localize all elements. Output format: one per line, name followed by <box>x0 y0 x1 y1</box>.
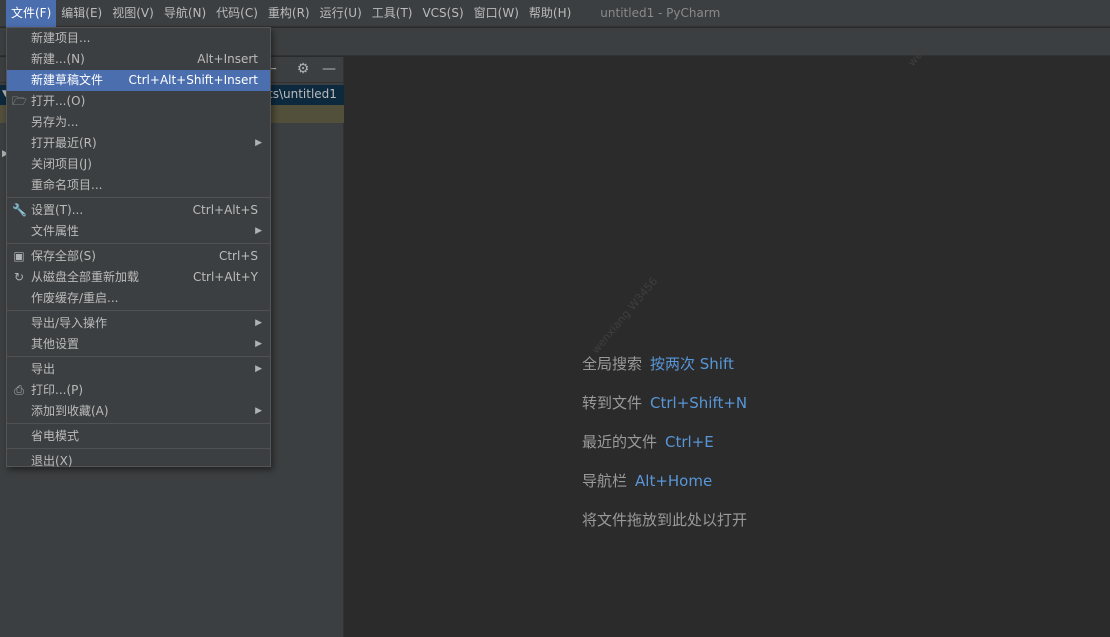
file-menu-item-label: 打开...(O) <box>31 94 86 108</box>
file-menu-item[interactable]: ⎙ 打印...(P) <box>7 380 270 401</box>
file-menu-item-label: 设置(T)... <box>31 203 84 217</box>
file-menu-item[interactable]: 退出(X) <box>7 451 270 472</box>
file-menu-item[interactable]: 文件属性 ▶ <box>7 221 270 242</box>
shortcut-label: Alt+Insert <box>197 52 258 66</box>
minimize-icon[interactable]: — <box>320 60 338 78</box>
window-title: untitled1 - PyCharm <box>600 6 721 20</box>
editor-hint: 将文件拖放到此处以打开 <box>582 509 747 548</box>
file-menu-item-label: 退出(X) <box>31 454 73 468</box>
file-menu-dropdown: 新建项目... 新建...(N) Alt+Insert 新建草稿文件 Ctrl+Alt+… <box>6 27 271 468</box>
file-menu-item-label: 保存全部(S) <box>31 249 96 263</box>
file-menu-item[interactable]: 重命名项目... <box>7 175 270 196</box>
shortcut-label: Ctrl+Alt+Shift+Insert <box>128 73 258 87</box>
menu-5[interactable]: 重构(R) <box>263 0 315 27</box>
project-path: ts\untitled1 <box>268 87 337 101</box>
watermark: wenxiang W3456 <box>589 274 661 357</box>
file-menu-item[interactable]: 添加到收藏(A) ▶ <box>7 401 270 422</box>
file-menu-item-label: 打印...(P) <box>31 383 84 397</box>
submenu-arrow-icon: ▶ <box>255 406 262 416</box>
reload-icon: ↻ <box>13 270 25 284</box>
shortcut-label: Ctrl+Alt+S <box>192 203 258 217</box>
file-menu-item[interactable]: 导出 ▶ <box>7 359 270 380</box>
gear-icon[interactable]: ⚙ <box>294 60 312 78</box>
submenu-arrow-icon: ▶ <box>255 318 262 328</box>
file-menu-item-label: 关闭项目(J) <box>31 157 92 171</box>
menu-8[interactable]: VCS(S) <box>417 0 468 27</box>
editor-hint: 全局搜索 按两次 Shift <box>582 353 747 392</box>
file-menu-item[interactable]: 打开最近(R) ▶ <box>7 133 270 154</box>
file-menu-item[interactable]: 其他设置 ▶ <box>7 334 270 355</box>
hint-shortcut: Alt+Home <box>635 472 713 490</box>
menu-bar: 文件(F) 编辑(E) 视图(V) 导航(N) 代码(C) 重构(R) 运行(U) 工具(T)… <box>0 0 1110 27</box>
submenu-arrow-icon: ▶ <box>255 364 262 374</box>
editor-hints: 全局搜索 按两次 Shift 转到文件 Ctrl+Shift+N 最近的文件 Ctrl+E… <box>582 353 747 548</box>
menu-3[interactable]: 导航(N) <box>159 0 211 27</box>
editor-hint: 导航栏 Alt+Home <box>582 470 747 509</box>
file-menu-item-label: 文件属性 <box>31 224 80 238</box>
file-menu-item[interactable]: ↻ 从磁盘全部重新加载 Ctrl+Alt+Y <box>7 267 270 288</box>
hint-label: 将文件拖放到此处以打开 <box>582 511 748 529</box>
hint-label: 最近的文件 <box>582 433 658 451</box>
file-menu-item[interactable]: ▣ 保存全部(S) Ctrl+S <box>7 246 270 267</box>
menu-2[interactable]: 视图(V) <box>107 0 159 27</box>
shortcut-label: Ctrl+S <box>218 249 258 263</box>
file-menu-item-label: 新建草稿文件 <box>31 73 104 87</box>
menu-0[interactable]: 文件(F) <box>6 0 57 27</box>
hint-shortcut: Ctrl+E <box>665 433 714 451</box>
menu-10[interactable]: 帮助(H) <box>524 0 576 27</box>
folder-open-icon: 🗁 <box>12 94 27 108</box>
menu-9[interactable]: 窗口(W) <box>469 0 524 27</box>
save-icon: ▣ <box>13 249 25 263</box>
file-menu-item-label: 重命名项目... <box>31 178 103 192</box>
file-menu-item[interactable]: 导出/导入操作 ▶ <box>7 313 270 334</box>
menu-6[interactable]: 运行(U) <box>315 0 367 27</box>
submenu-arrow-icon: ▶ <box>255 138 262 148</box>
file-menu-item[interactable]: 作废缓存/重启... <box>7 288 270 309</box>
file-menu-item-label: 另存为... <box>31 115 79 129</box>
shortcut-label: Ctrl+Alt+Y <box>192 270 258 284</box>
hint-label: 转到文件 <box>582 394 643 412</box>
hint-shortcut: 按两次 Shift <box>650 355 734 373</box>
file-menu-item-label: 省电模式 <box>31 429 80 443</box>
file-menu-item-label: 添加到收藏(A) <box>31 404 109 418</box>
file-menu-item-label: 导出 <box>31 362 56 376</box>
file-menu-item[interactable]: 另存为... <box>7 112 270 133</box>
file-menu-item-label: 导出/导入操作 <box>31 316 108 330</box>
file-menu-item-label: 作废缓存/重启... <box>31 291 119 305</box>
hint-label: 全局搜索 <box>582 355 643 373</box>
editor-hint: 最近的文件 Ctrl+E <box>582 431 747 470</box>
file-menu-item-label: 打开最近(R) <box>31 136 97 150</box>
file-menu-item[interactable]: 关闭项目(J) <box>7 154 270 175</box>
file-menu-item-label: 其他设置 <box>31 337 80 351</box>
menu-4[interactable]: 代码(C) <box>211 0 263 27</box>
editor-hint: 转到文件 Ctrl+Shift+N <box>582 392 747 431</box>
submenu-arrow-icon: ▶ <box>255 226 262 236</box>
file-menu-item[interactable]: 🔧 设置(T)... Ctrl+Alt+S <box>7 200 270 221</box>
hint-shortcut: Ctrl+Shift+N <box>650 394 748 412</box>
file-menu-item[interactable]: 新建草稿文件 Ctrl+Alt+Shift+Insert <box>7 70 270 91</box>
file-menu-item-label: 从磁盘全部重新加载 <box>31 270 140 284</box>
menu-7[interactable]: 工具(T) <box>367 0 418 27</box>
submenu-arrow-icon: ▶ <box>255 339 262 349</box>
file-menu-item[interactable]: 新建...(N) Alt+Insert <box>7 49 270 70</box>
file-menu-item[interactable]: 🗁 打开...(O) <box>7 91 270 112</box>
menu-1[interactable]: 编辑(E) <box>56 0 107 27</box>
editor-area[interactable]: 全局搜索 按两次 Shift 转到文件 Ctrl+Shift+N 最近的文件 Ctrl+E… <box>345 38 1110 637</box>
file-menu-item-label: 新建...(N) <box>31 52 85 66</box>
hint-label: 导航栏 <box>582 472 628 490</box>
file-menu-item[interactable]: 新建项目... <box>7 28 270 49</box>
file-menu-item[interactable]: 省电模式 <box>7 426 270 447</box>
file-menu-item-label: 新建项目... <box>31 31 91 45</box>
print-icon: ⎙ <box>14 383 24 397</box>
wrench-icon: 🔧 <box>12 203 27 217</box>
